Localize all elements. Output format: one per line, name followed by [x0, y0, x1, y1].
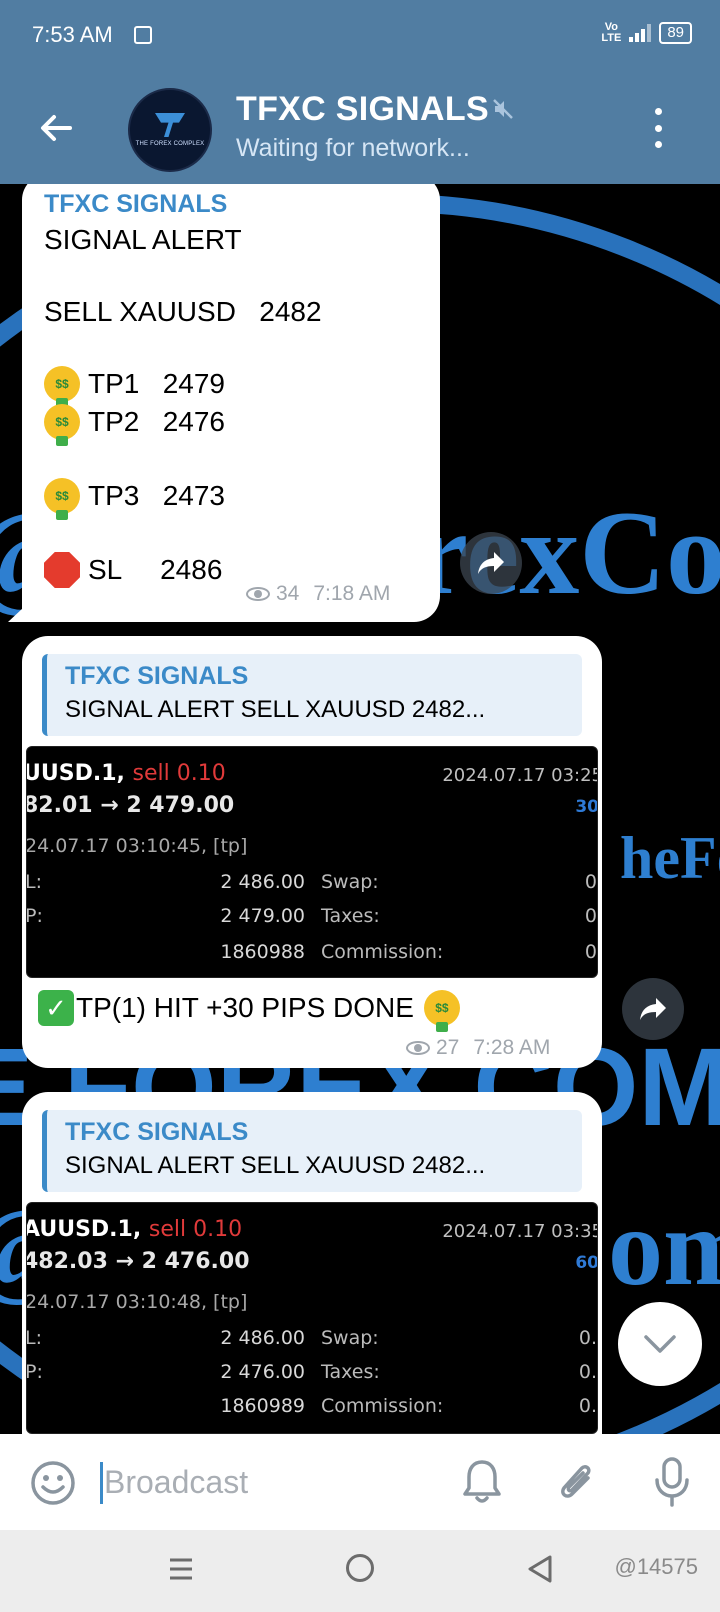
- message-bubble[interactable]: TFXC SIGNALS SIGNAL ALERT SELL XAUUSD 24…: [22, 1092, 602, 1434]
- message-line: SIGNAL ALERT: [44, 224, 242, 255]
- message-line: $$ TP1 2479: [44, 366, 225, 408]
- message-time: 7:28 AM: [473, 1036, 551, 1059]
- channel-title[interactable]: TFXC SIGNALS: [236, 90, 489, 129]
- watermark-text: @14575: [614, 1554, 698, 1579]
- message-line: $$ TP2 2476: [44, 404, 225, 446]
- trade-screenshot[interactable]: UUSD.1, sell 0.10 82.01 → 2 479.00 2024.…: [26, 746, 598, 978]
- money-mouth-emoji-icon: $$: [44, 366, 80, 408]
- reply-preview[interactable]: TFXC SIGNALS SIGNAL ALERT SELL XAUUSD 24…: [42, 1110, 582, 1192]
- message-line: $$ TP3 2473: [44, 478, 225, 520]
- reply-text: SIGNAL ALERT SELL XAUUSD 2482...: [65, 696, 486, 723]
- recent-apps-icon[interactable]: [168, 1556, 194, 1582]
- views-eye-icon: [406, 1041, 430, 1055]
- reply-text: SIGNAL ALERT SELL XAUUSD 2482...: [65, 1152, 486, 1179]
- text-caret: [100, 1462, 103, 1504]
- status-indicators: Vo LTE 89: [601, 22, 692, 44]
- chat-header: THE FOREX COMPLEX TFXC SIGNALS Waiting f…: [0, 72, 720, 184]
- message-bubble[interactable]: TFXC SIGNALS SIGNAL ALERT SELL XAUUSD 24…: [22, 636, 602, 1068]
- home-circle-icon[interactable]: [346, 1554, 374, 1582]
- wallpaper-text: heFo: [620, 825, 720, 891]
- sim-icon: [134, 26, 152, 44]
- message-input-bar: [0, 1434, 720, 1530]
- chat-area[interactable]: @TheForexCom heFo E FOREX COMP @TheForex…: [0, 184, 720, 1434]
- trade-screenshot[interactable]: AUUSD.1, sell 0.10 482.03 → 2 476.00 202…: [26, 1202, 598, 1434]
- volte-icon: Vo LTE: [601, 21, 622, 44]
- view-count: 34: [276, 582, 300, 605]
- signal-icon: [629, 24, 652, 42]
- money-mouth-emoji-icon: $$: [44, 478, 80, 520]
- back-arrow-icon[interactable]: [36, 108, 76, 148]
- scroll-to-bottom-button[interactable]: [618, 1302, 702, 1386]
- share-button[interactable]: [622, 978, 684, 1040]
- reply-preview[interactable]: TFXC SIGNALS SIGNAL ALERT SELL XAUUSD 24…: [42, 654, 582, 736]
- money-mouth-emoji-icon: $$: [423, 990, 460, 1032]
- reply-sender: TFXC SIGNALS: [65, 662, 249, 690]
- bell-icon[interactable]: [460, 1456, 504, 1506]
- status-bar: 7:53 AM Vo LTE 89: [0, 0, 720, 72]
- status-time: 7:53 AM: [32, 22, 113, 47]
- share-button[interactable]: [460, 532, 522, 594]
- message-meta: 27 7:28 AM: [406, 1036, 550, 1060]
- battery-indicator: 89: [659, 22, 692, 44]
- message-line: SL 2486: [44, 552, 222, 588]
- chevron-down-icon: [644, 1335, 676, 1353]
- message-meta: 34 7:18 AM: [246, 582, 390, 606]
- check-mark-emoji-icon: ✓: [38, 990, 74, 1026]
- view-count: 27: [436, 1036, 460, 1059]
- message-line: SELL XAUUSD 2482: [44, 296, 322, 327]
- message-bubble[interactable]: TFXC SIGNALS SIGNAL ALERT SELL XAUUSD 24…: [22, 184, 440, 622]
- money-mouth-emoji-icon: $$: [44, 404, 80, 446]
- broadcast-input[interactable]: [104, 1460, 424, 1504]
- more-options-icon[interactable]: [652, 108, 664, 148]
- share-arrow-icon: [478, 552, 504, 574]
- message-text: ✓ TP(1) HIT +30 PIPS DONE $$: [38, 990, 460, 1032]
- reply-sender: TFXC SIGNALS: [65, 1118, 249, 1146]
- message-time: 7:18 AM: [313, 582, 391, 605]
- share-arrow-icon: [640, 998, 666, 1020]
- tfxc-logo-icon: [155, 113, 185, 137]
- views-eye-icon: [246, 587, 270, 601]
- channel-avatar[interactable]: THE FOREX COMPLEX: [128, 88, 212, 172]
- channel-status: Waiting for network...: [236, 134, 470, 162]
- muted-speaker-icon: [493, 99, 513, 119]
- emoji-icon[interactable]: [30, 1460, 76, 1506]
- attach-paperclip-icon[interactable]: [554, 1456, 598, 1506]
- system-nav-bar: @14575: [0, 1530, 720, 1612]
- nav-back-triangle-icon[interactable]: [526, 1554, 554, 1584]
- microphone-icon[interactable]: [652, 1456, 692, 1508]
- message-sender: TFXC SIGNALS: [44, 190, 228, 218]
- stop-sign-emoji-icon: [44, 552, 80, 588]
